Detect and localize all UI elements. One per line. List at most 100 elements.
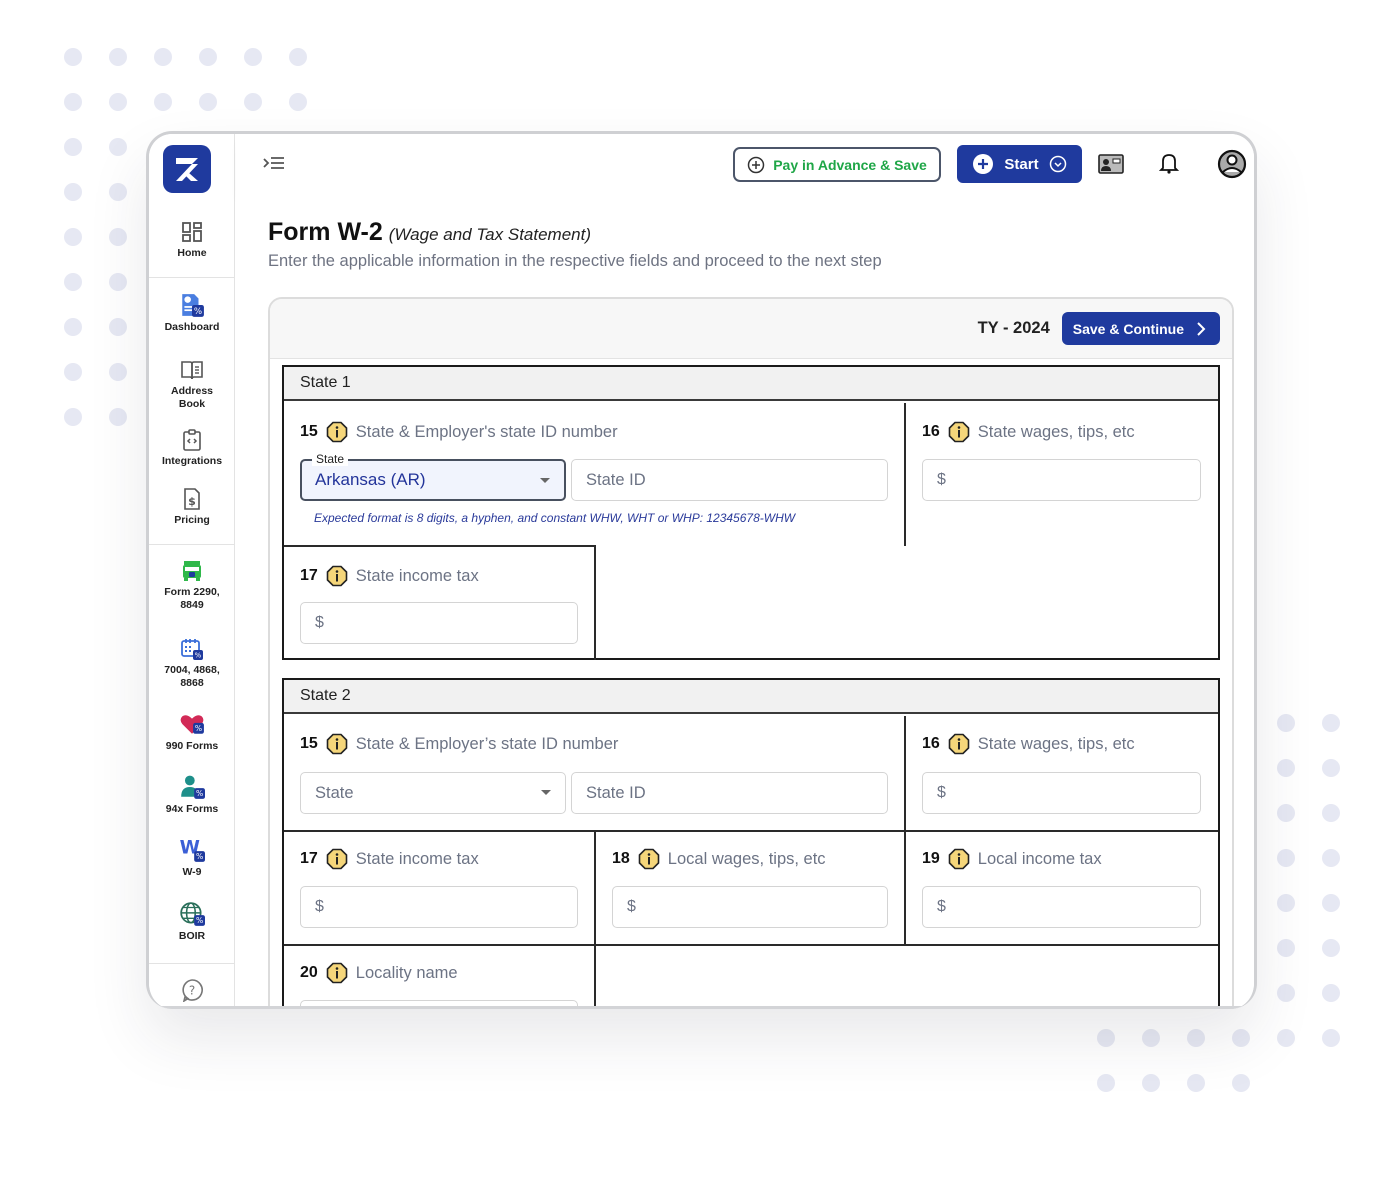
- info-icon[interactable]: [326, 421, 348, 443]
- decorative-dot: [1322, 939, 1340, 957]
- state-id-input[interactable]: State ID: [571, 459, 888, 501]
- decorative-dot: [109, 273, 127, 291]
- state-select[interactable]: State Arkansas (AR): [300, 452, 566, 501]
- address-book-icon: [181, 361, 203, 380]
- decorative-dot: [64, 228, 82, 246]
- pay-in-advance-button[interactable]: Pay in Advance & Save: [733, 147, 941, 182]
- sidebar-label: W-9: [182, 866, 202, 878]
- sidebar-divider: [149, 963, 235, 964]
- decorative-dot: [244, 93, 262, 111]
- sidebar-label: 94x Forms: [165, 803, 219, 815]
- sidebar-label: Dashboard: [164, 321, 220, 333]
- sidebar: Home % Dashboard Address Book Integratio…: [149, 134, 235, 1009]
- box-label: State income tax: [355, 849, 479, 868]
- save-continue-button[interactable]: Save & Continue: [1061, 312, 1220, 345]
- decorative-dot: [154, 93, 172, 111]
- state-2-header: State 2: [284, 680, 1218, 714]
- user-avatar-icon[interactable]: [1217, 149, 1247, 179]
- person-icon: %: [181, 775, 205, 799]
- info-icon[interactable]: [326, 962, 348, 984]
- svg-text:%: %: [196, 789, 203, 798]
- info-icon[interactable]: [948, 848, 970, 870]
- state-select-legend: State: [312, 452, 349, 466]
- decorative-dot: [1097, 1074, 1115, 1092]
- tax-year-label: TY - 2024: [977, 319, 1050, 337]
- state-income-tax-input[interactable]: $: [300, 602, 578, 644]
- brand-logo[interactable]: [163, 145, 211, 193]
- state-id-format-hint: Expected format is 8 digits, a hyphen, a…: [314, 511, 796, 525]
- sidebar-label: Integrations: [161, 455, 223, 467]
- sidebar-item-integrations[interactable]: Integrations: [149, 428, 235, 468]
- sidebar-label: 990 Forms: [165, 740, 219, 752]
- svg-text:?: ?: [189, 984, 195, 998]
- local-wages-input[interactable]: $: [612, 886, 888, 928]
- state-2-box-19: 19 Local income tax $: [906, 832, 1218, 946]
- id-card-icon[interactable]: [1098, 153, 1124, 175]
- form-card: TY - 2024 Save & Continue State 1 15 Sta: [268, 297, 1234, 1009]
- decorative-dot: [1277, 1029, 1295, 1047]
- sidebar-item-94x-forms[interactable]: % 94x Forms: [149, 774, 235, 816]
- calendar-icon: %: [181, 639, 203, 660]
- decorative-dot: [1322, 1029, 1340, 1047]
- decorative-dot: [64, 138, 82, 156]
- top-bar: Pay in Advance & Save Start: [236, 134, 1254, 198]
- card-header: TY - 2024 Save & Continue: [270, 299, 1232, 359]
- state-income-tax-input[interactable]: $: [300, 886, 578, 928]
- plus-circle-filled-icon: [973, 154, 994, 174]
- sidebar-label: 7004, 4868, 8868: [164, 664, 220, 689]
- grid-icon: [182, 222, 202, 242]
- box-label: Local income tax: [977, 849, 1102, 868]
- menu-toggle-icon[interactable]: [262, 154, 286, 174]
- info-icon[interactable]: [948, 733, 970, 755]
- svg-text:%: %: [194, 307, 202, 317]
- local-income-tax-input[interactable]: $: [922, 886, 1201, 928]
- state-wages-input[interactable]: $: [922, 772, 1201, 814]
- decorative-dot: [109, 183, 127, 201]
- dropdown-caret-icon: [540, 478, 550, 483]
- decorative-dot: [199, 48, 217, 66]
- page-title-text: Form W-2: [268, 218, 383, 246]
- sidebar-item-address-book[interactable]: Address Book: [149, 358, 235, 411]
- decorative-dot: [1277, 804, 1295, 822]
- box-number: 16: [922, 735, 940, 752]
- box-label: State wages, tips, etc: [977, 422, 1135, 441]
- bell-icon[interactable]: [1159, 152, 1179, 174]
- sidebar-item-boir[interactable]: % BOIR: [149, 901, 235, 943]
- info-icon[interactable]: [326, 733, 348, 755]
- info-icon[interactable]: [326, 565, 348, 587]
- state-select-value: Arkansas (AR): [315, 470, 426, 489]
- start-button[interactable]: Start: [957, 145, 1082, 183]
- box-number: 19: [922, 850, 940, 867]
- sidebar-item-990-forms[interactable]: % 990 Forms: [149, 711, 235, 753]
- decorative-dot: [1322, 759, 1340, 777]
- decorative-dot: [289, 48, 307, 66]
- decorative-dot: [109, 318, 127, 336]
- sidebar-item-form-2290[interactable]: Form 2290, 8849: [149, 559, 235, 612]
- sidebar-item-home[interactable]: Home: [149, 220, 235, 260]
- sidebar-item-help[interactable]: ?: [149, 978, 235, 1002]
- locality-name-input[interactable]: [300, 1000, 578, 1009]
- state-wages-input[interactable]: $: [922, 459, 1201, 501]
- state-id-input[interactable]: State ID: [571, 772, 888, 814]
- sidebar-item-dashboard[interactable]: % Dashboard: [149, 292, 235, 334]
- state-select[interactable]: State: [300, 772, 566, 814]
- decorative-dot: [199, 93, 217, 111]
- sidebar-item-pricing[interactable]: $ Pricing: [149, 487, 235, 527]
- dropdown-caret-icon: [541, 790, 551, 795]
- state-select-placeholder: State: [315, 783, 354, 802]
- box-label: State wages, tips, etc: [977, 734, 1135, 753]
- sidebar-label: Pricing: [174, 514, 210, 526]
- decorative-dot: [109, 93, 127, 111]
- info-icon[interactable]: [948, 421, 970, 443]
- sidebar-item-w9[interactable]: W % W-9: [149, 837, 235, 879]
- info-icon[interactable]: [326, 848, 348, 870]
- box-label: State & Employer’s state ID number: [355, 734, 619, 753]
- state-2-box-18: 18 Local wages, tips, etc $: [596, 832, 904, 946]
- box-number: 17: [300, 850, 318, 867]
- state-2-box-20: 20 Locality name: [284, 946, 594, 1009]
- box-number: 16: [922, 423, 940, 440]
- sidebar-item-extensions[interactable]: % 7004, 4868, 8868: [149, 637, 235, 690]
- box-number: 20: [300, 964, 318, 981]
- state-1-section: State 1 15 State & Employer's state ID n…: [282, 365, 1220, 660]
- info-icon[interactable]: [638, 848, 660, 870]
